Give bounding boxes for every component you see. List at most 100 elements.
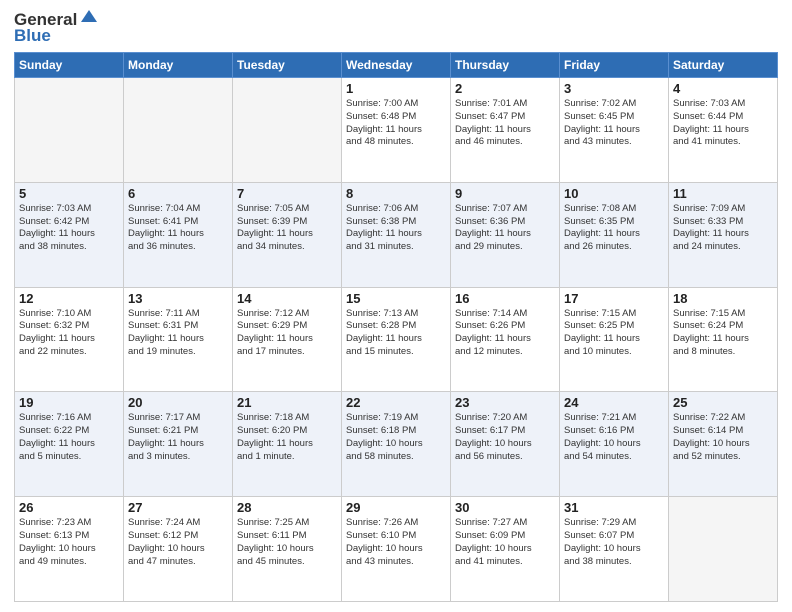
calendar-cell: 20Sunrise: 7:17 AM Sunset: 6:21 PM Dayli… (124, 392, 233, 497)
day-info: Sunrise: 7:00 AM Sunset: 6:48 PM Dayligh… (346, 98, 446, 149)
day-info: Sunrise: 7:11 AM Sunset: 6:31 PM Dayligh… (128, 308, 228, 359)
day-info: Sunrise: 7:13 AM Sunset: 6:28 PM Dayligh… (346, 308, 446, 359)
calendar-cell: 17 Sunrise: 7:15 AM Sunset: 6:25 PM Dayli… (560, 287, 669, 392)
day-info: Sunrise: 7:21 AM Sunset: 6:16 PM Dayligh… (564, 412, 664, 463)
day-info: Sunrise: 7:05 AM Sunset: 6:39 PM Dayligh… (237, 203, 337, 254)
day-number: 30 (455, 500, 555, 515)
calendar-cell: 16 Sunrise: 7:14 AM Sunset: 6:26 PM Dayli… (451, 287, 560, 392)
day-info: Sunrise: 7:15 AM Sunset: 6:25 PM Dayligh… (564, 308, 664, 359)
calendar-cell: 25Sunrise: 7:22 AM Sunset: 6:14 PM Dayli… (669, 392, 778, 497)
calendar-cell: 10 Sunrise: 7:08 AM Sunset: 6:35 PM Dayli… (560, 182, 669, 287)
day-number: 21 (237, 395, 337, 410)
day-info: Sunrise: 7:06 AM Sunset: 6:38 PM Dayligh… (346, 203, 446, 254)
calendar-table: SundayMondayTuesdayWednesdayThursdayFrid… (14, 52, 778, 602)
day-number: 1 (346, 81, 446, 96)
calendar-cell: 3 Sunrise: 7:02 AM Sunset: 6:45 PM Daylig… (560, 78, 669, 183)
day-info: Sunrise: 7:07 AM Sunset: 6:36 PM Dayligh… (455, 203, 555, 254)
day-info: Sunrise: 7:23 AM Sunset: 6:13 PM Dayligh… (19, 517, 119, 568)
calendar-day-header: Wednesday (342, 53, 451, 78)
calendar-cell: 7 Sunrise: 7:05 AM Sunset: 6:39 PM Daylig… (233, 182, 342, 287)
day-number: 7 (237, 186, 337, 201)
calendar-cell: 2Sunrise: 7:01 AM Sunset: 6:47 PM Daylig… (451, 78, 560, 183)
day-number: 8 (346, 186, 446, 201)
day-number: 12 (19, 291, 119, 306)
day-info: Sunrise: 7:10 AM Sunset: 6:32 PM Dayligh… (19, 308, 119, 359)
day-info: Sunrise: 7:26 AM Sunset: 6:10 PM Dayligh… (346, 517, 446, 568)
day-number: 10 (564, 186, 664, 201)
calendar-week-row: 12 Sunrise: 7:10 AM Sunset: 6:32 PM Dayli… (15, 287, 778, 392)
day-info: Sunrise: 7:03 AM Sunset: 6:42 PM Dayligh… (19, 203, 119, 254)
calendar-cell: 8 Sunrise: 7:06 AM Sunset: 6:38 PM Daylig… (342, 182, 451, 287)
calendar-cell: 31 Sunrise: 7:29 AM Sunset: 6:07 PM Dayli… (560, 497, 669, 602)
day-info: Sunrise: 7:08 AM Sunset: 6:35 PM Dayligh… (564, 203, 664, 254)
calendar-cell: 13 Sunrise: 7:11 AM Sunset: 6:31 PM Dayli… (124, 287, 233, 392)
day-info: Sunrise: 7:24 AM Sunset: 6:12 PM Dayligh… (128, 517, 228, 568)
day-number: 14 (237, 291, 337, 306)
day-info: Sunrise: 7:14 AM Sunset: 6:26 PM Dayligh… (455, 308, 555, 359)
day-number: 31 (564, 500, 664, 515)
day-number: 15 (346, 291, 446, 306)
day-info: Sunrise: 7:25 AM Sunset: 6:11 PM Dayligh… (237, 517, 337, 568)
day-number: 13 (128, 291, 228, 306)
day-info: Sunrise: 7:12 AM Sunset: 6:29 PM Dayligh… (237, 308, 337, 359)
calendar-day-header: Friday (560, 53, 669, 78)
calendar-cell (669, 497, 778, 602)
day-info: Sunrise: 7:02 AM Sunset: 6:45 PM Dayligh… (564, 98, 664, 149)
day-number: 29 (346, 500, 446, 515)
header: General Blue (14, 10, 778, 46)
calendar-week-row: 1 Sunrise: 7:00 AM Sunset: 6:48 PM Daylig… (15, 78, 778, 183)
day-number: 6 (128, 186, 228, 201)
day-number: 11 (673, 186, 773, 201)
calendar-cell: 6 Sunrise: 7:04 AM Sunset: 6:41 PM Daylig… (124, 182, 233, 287)
calendar-cell: 27Sunrise: 7:24 AM Sunset: 6:12 PM Dayli… (124, 497, 233, 602)
day-number: 23 (455, 395, 555, 410)
calendar-cell (124, 78, 233, 183)
calendar-cell (233, 78, 342, 183)
day-number: 2 (455, 81, 555, 96)
calendar-day-header: Thursday (451, 53, 560, 78)
calendar-cell: 12 Sunrise: 7:10 AM Sunset: 6:32 PM Dayli… (15, 287, 124, 392)
day-info: Sunrise: 7:19 AM Sunset: 6:18 PM Dayligh… (346, 412, 446, 463)
calendar-day-header: Sunday (15, 53, 124, 78)
calendar-cell: 14 Sunrise: 7:12 AM Sunset: 6:29 PM Dayli… (233, 287, 342, 392)
calendar-cell: 5 Sunrise: 7:03 AM Sunset: 6:42 PM Daylig… (15, 182, 124, 287)
calendar-day-header: Saturday (669, 53, 778, 78)
day-number: 24 (564, 395, 664, 410)
day-info: Sunrise: 7:04 AM Sunset: 6:41 PM Dayligh… (128, 203, 228, 254)
day-number: 9 (455, 186, 555, 201)
calendar-cell: 26 Sunrise: 7:23 AM Sunset: 6:13 PM Dayli… (15, 497, 124, 602)
day-info: Sunrise: 7:29 AM Sunset: 6:07 PM Dayligh… (564, 517, 664, 568)
day-info: Sunrise: 7:16 AM Sunset: 6:22 PM Dayligh… (19, 412, 119, 463)
day-number: 5 (19, 186, 119, 201)
calendar-day-header: Tuesday (233, 53, 342, 78)
calendar-cell: 11 Sunrise: 7:09 AM Sunset: 6:33 PM Dayli… (669, 182, 778, 287)
calendar-day-header: Monday (124, 53, 233, 78)
calendar-cell (15, 78, 124, 183)
calendar-week-row: 19 Sunrise: 7:16 AM Sunset: 6:22 PM Dayli… (15, 392, 778, 497)
day-number: 22 (346, 395, 446, 410)
day-number: 3 (564, 81, 664, 96)
day-info: Sunrise: 7:22 AM Sunset: 6:14 PM Dayligh… (673, 412, 773, 463)
calendar-header-row: SundayMondayTuesdayWednesdayThursdayFrid… (15, 53, 778, 78)
calendar-cell: 24 Sunrise: 7:21 AM Sunset: 6:16 PM Dayli… (560, 392, 669, 497)
day-info: Sunrise: 7:03 AM Sunset: 6:44 PM Dayligh… (673, 98, 773, 149)
day-number: 20 (128, 395, 228, 410)
day-number: 17 (564, 291, 664, 306)
calendar-cell: 1 Sunrise: 7:00 AM Sunset: 6:48 PM Daylig… (342, 78, 451, 183)
day-number: 28 (237, 500, 337, 515)
day-number: 4 (673, 81, 773, 96)
day-number: 19 (19, 395, 119, 410)
day-info: Sunrise: 7:18 AM Sunset: 6:20 PM Dayligh… (237, 412, 337, 463)
day-number: 26 (19, 500, 119, 515)
calendar-cell: 21 Sunrise: 7:18 AM Sunset: 6:20 PM Dayli… (233, 392, 342, 497)
calendar-cell: 18Sunrise: 7:15 AM Sunset: 6:24 PM Dayli… (669, 287, 778, 392)
calendar-cell: 4 Sunrise: 7:03 AM Sunset: 6:44 PM Daylig… (669, 78, 778, 183)
day-info: Sunrise: 7:09 AM Sunset: 6:33 PM Dayligh… (673, 203, 773, 254)
calendar-cell: 9 Sunrise: 7:07 AM Sunset: 6:36 PM Daylig… (451, 182, 560, 287)
calendar-cell: 29 Sunrise: 7:26 AM Sunset: 6:10 PM Dayli… (342, 497, 451, 602)
calendar-cell: 19 Sunrise: 7:16 AM Sunset: 6:22 PM Dayli… (15, 392, 124, 497)
calendar-cell: 22 Sunrise: 7:19 AM Sunset: 6:18 PM Dayli… (342, 392, 451, 497)
calendar-cell: 23Sunrise: 7:20 AM Sunset: 6:17 PM Dayli… (451, 392, 560, 497)
page: General Blue SundayMondayTuesdayWednesda… (0, 0, 792, 612)
day-number: 16 (455, 291, 555, 306)
